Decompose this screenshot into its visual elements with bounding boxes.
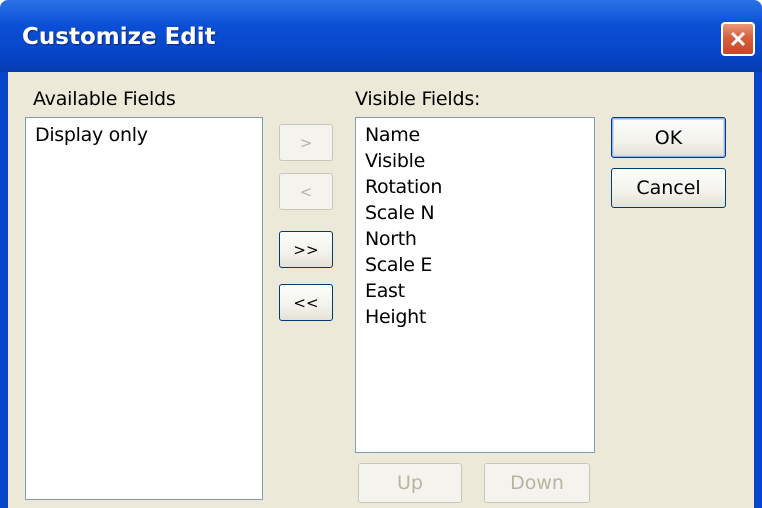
visible-fields-listbox[interactable]: Name Visible Rotation Scale N North Scal…: [355, 117, 595, 453]
available-fields-listbox[interactable]: Display only: [25, 117, 263, 500]
add-all-button[interactable]: >>: [279, 231, 333, 268]
visible-field-item[interactable]: Name: [365, 122, 420, 148]
visible-field-item[interactable]: North: [365, 226, 417, 252]
visible-field-item[interactable]: Visible: [365, 148, 425, 174]
visible-field-item[interactable]: Scale E: [365, 252, 432, 278]
visible-field-item[interactable]: East: [365, 278, 405, 304]
move-up-button[interactable]: Up: [358, 463, 462, 503]
cancel-button[interactable]: Cancel: [611, 168, 726, 208]
available-field-item[interactable]: Display only: [35, 122, 148, 148]
add-selected-button[interactable]: >: [279, 124, 333, 161]
visible-field-item[interactable]: Rotation: [365, 174, 442, 200]
remove-all-button[interactable]: <<: [279, 284, 333, 321]
visible-field-item[interactable]: Scale N: [365, 200, 435, 226]
available-fields-label: Available Fields: [33, 88, 176, 110]
title-bar[interactable]: Customize Edit: [0, 0, 762, 72]
available-fields-text: Available Fields: [33, 88, 176, 110]
close-icon: [730, 31, 746, 47]
window-frame-right: [754, 72, 762, 508]
visible-fields-label: Visible Fields:: [355, 88, 481, 110]
window-frame-left: [0, 72, 8, 508]
dialog-title: Customize Edit: [22, 24, 216, 50]
close-button[interactable]: [721, 22, 755, 56]
ok-button[interactable]: OK: [611, 117, 726, 158]
move-down-button[interactable]: Down: [484, 463, 590, 503]
visible-field-item[interactable]: Height: [365, 304, 426, 330]
remove-selected-button[interactable]: <: [279, 173, 333, 210]
customize-edit-dialog: Customize Edit Available Fields Display …: [0, 0, 762, 508]
